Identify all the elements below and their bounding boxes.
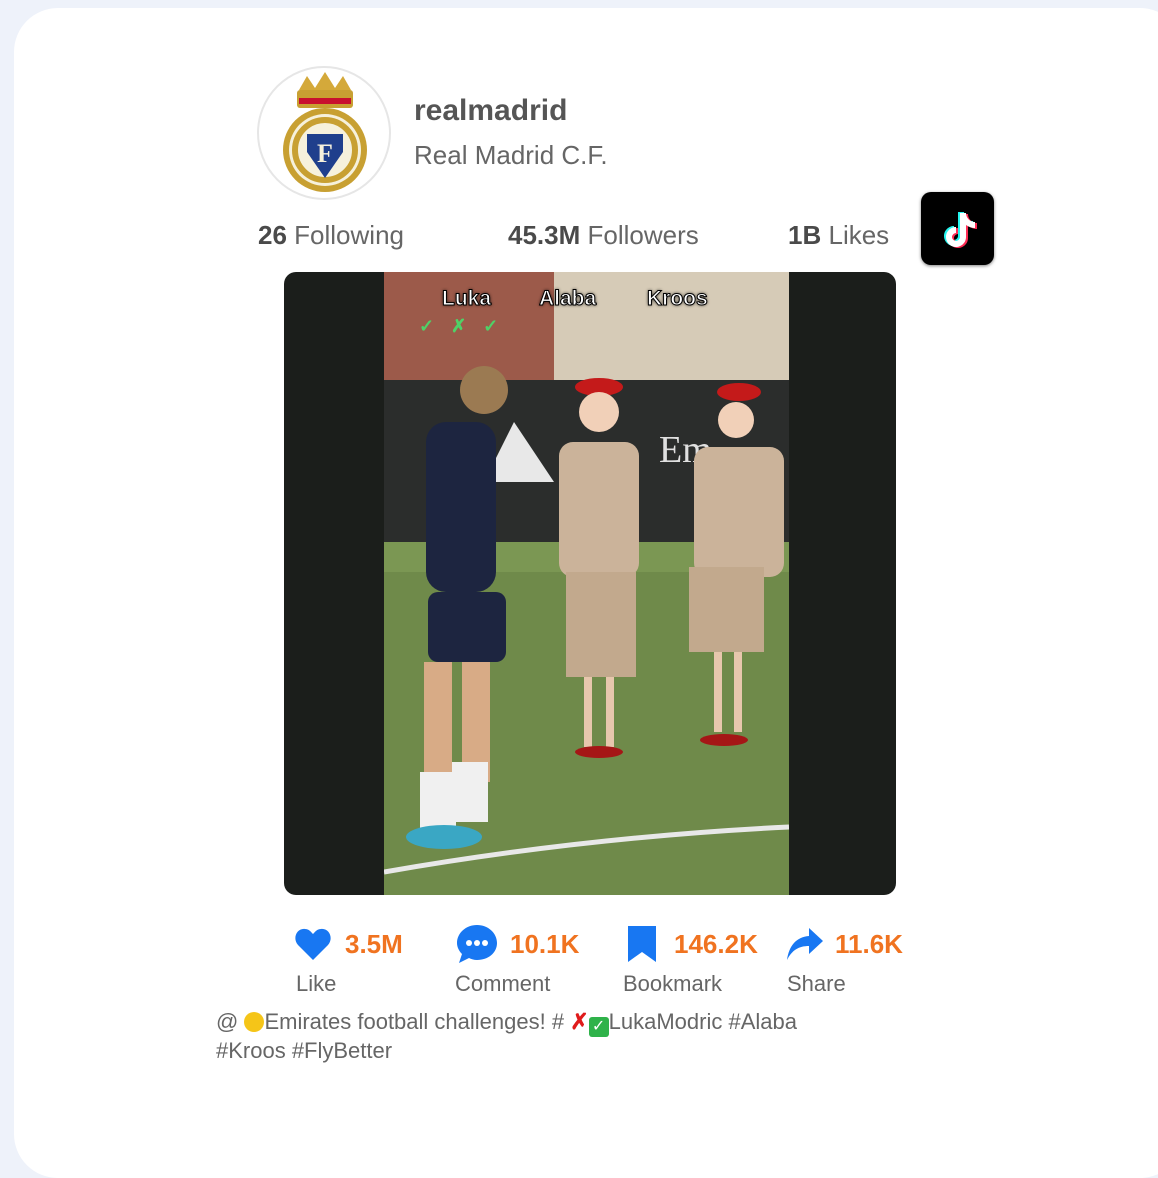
followers-count: 45.3M bbox=[508, 220, 581, 250]
display-name: Real Madrid C.F. bbox=[414, 140, 608, 170]
likes-count: 1B bbox=[788, 220, 822, 250]
bookmark-icon[interactable] bbox=[622, 924, 662, 964]
bookmark-count: 146.2K bbox=[674, 929, 758, 959]
following-stat[interactable]: 26 Following bbox=[258, 220, 404, 251]
following-label: Following bbox=[294, 220, 404, 250]
video-frame: Em Luka Alaba Kroos ✓ ✗ ✓ bbox=[384, 272, 789, 895]
username[interactable]: realmadrid bbox=[414, 94, 567, 128]
tiktok-logo-button[interactable] bbox=[921, 192, 994, 265]
followers-stat[interactable]: 45.3M Followers bbox=[508, 220, 699, 251]
likes-stat: 1B Likes bbox=[788, 220, 889, 251]
caption-text-1: Emirates football challenges! # bbox=[264, 1009, 571, 1034]
video-player[interactable]: Em Luka Alaba Kroos ✓ ✗ ✓ bbox=[284, 272, 896, 895]
bookmark-label: Bookmark bbox=[623, 971, 723, 996]
like-count: 3.5M bbox=[345, 929, 403, 959]
cross-mark-icon: ✗ bbox=[570, 1009, 589, 1034]
tiktok-icon bbox=[943, 211, 977, 248]
star-struck-emoji-icon bbox=[244, 1012, 265, 1032]
share-label: Share bbox=[787, 971, 846, 996]
caption-text-3[interactable]: #Kroos #FlyBetter bbox=[216, 1038, 392, 1063]
overlay-name-luka: Luka bbox=[441, 287, 492, 311]
followers-label: Followers bbox=[587, 220, 699, 250]
heart-icon[interactable] bbox=[293, 924, 333, 964]
comment-label: Comment bbox=[455, 971, 551, 996]
avatar[interactable]: F bbox=[257, 66, 391, 200]
overlay-name-kroos: Kroos bbox=[647, 287, 709, 311]
following-count: 26 bbox=[258, 220, 287, 250]
real-madrid-crest-icon: F bbox=[283, 72, 367, 192]
overlay-name-alaba: Alaba bbox=[538, 287, 597, 311]
share-count: 11.6K bbox=[835, 929, 903, 959]
share-icon[interactable] bbox=[785, 924, 825, 964]
video-thumbnail: Em bbox=[384, 272, 789, 895]
check-mark-icon: ✓ bbox=[588, 1017, 609, 1037]
like-label: Like bbox=[296, 971, 337, 996]
comment-icon[interactable] bbox=[455, 922, 499, 966]
post-caption: @ Emirates football challenges! # ✗ ✓ Luka… bbox=[216, 1008, 916, 1064]
comment-count: 10.1K bbox=[510, 929, 580, 959]
caption-text-2[interactable]: LukaModric #Alaba bbox=[609, 1009, 797, 1034]
likes-label: Likes bbox=[828, 220, 890, 250]
caption-prefix: @ bbox=[216, 1009, 245, 1034]
overlay-score-marks: ✓ ✗ ✓ bbox=[419, 316, 505, 336]
svg-text:F: F bbox=[317, 139, 333, 168]
